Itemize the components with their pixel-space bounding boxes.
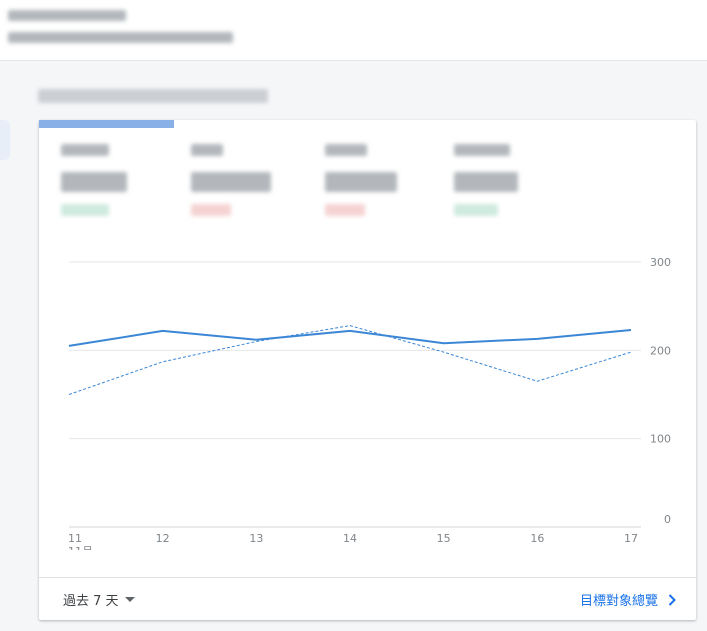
date-range-dropdown[interactable]: 過去 7 天 — [63, 590, 135, 609]
metric-3-label-blur — [325, 144, 367, 156]
metric-2-label-blur — [191, 144, 223, 156]
x-tick-sublabel: 11月 — [68, 545, 93, 550]
metric-4-label-blur — [454, 144, 510, 156]
page: 0 100 200 300 11 12 13 14 15 16 17 11月 過去 7 天 目標對象總… — [0, 0, 707, 631]
metric-2[interactable] — [191, 142, 301, 222]
series-line-2-dashed — [68, 325, 632, 395]
audience-overview-label: 目標對象總覽 — [579, 594, 658, 609]
y-tick-label-200: 200 — [650, 344, 671, 357]
metric-3-value-blur — [325, 172, 397, 192]
audience-overview-card: 0 100 200 300 11 12 13 14 15 16 17 11月 過去 7 天 目標對象總… — [39, 120, 696, 620]
section-title-blur — [38, 89, 268, 103]
header-subtitle-blur — [8, 32, 233, 43]
metric-2-change-blur — [191, 204, 231, 216]
series-line-1-solid — [68, 329, 632, 347]
metric-1-value-blur — [61, 172, 127, 192]
metric-1[interactable] — [61, 142, 171, 222]
metric-1-label-blur — [61, 144, 109, 156]
y-tick-label-0: 0 — [664, 513, 671, 526]
y-tick-label-100: 100 — [650, 433, 671, 446]
x-tick-label-16: 16 — [530, 532, 544, 545]
side-tab[interactable] — [0, 120, 10, 160]
metric-4-change-blur — [454, 204, 498, 216]
metric-4[interactable] — [454, 142, 564, 222]
x-tick-label-15: 15 — [437, 532, 451, 545]
x-tick-label-11: 11 — [68, 532, 82, 545]
caret-down-icon — [124, 597, 135, 602]
date-range-label: 過去 7 天 — [63, 594, 119, 609]
card-footer: 過去 7 天 目標對象總覽 — [39, 577, 696, 620]
y-tick-label-300: 300 — [650, 256, 671, 269]
metric-3[interactable] — [325, 142, 435, 222]
page-header — [0, 0, 707, 61]
x-tick-label-14: 14 — [343, 532, 357, 545]
metric-1-change-blur — [61, 204, 109, 216]
line-chart: 0 100 200 300 11 12 13 14 15 16 17 11月 — [68, 256, 671, 550]
metric-4-value-blur — [454, 172, 518, 192]
metric-2-value-blur — [191, 172, 271, 192]
header-title-blur — [8, 10, 126, 21]
x-tick-label-17: 17 — [624, 532, 638, 545]
audience-overview-link[interactable]: 目標對象總覽 — [580, 590, 676, 609]
card-accent-bar — [39, 120, 174, 128]
x-tick-label-13: 13 — [249, 532, 263, 545]
chevron-right-icon — [668, 593, 676, 606]
metric-3-change-blur — [325, 204, 365, 216]
x-tick-label-12: 12 — [156, 532, 170, 545]
